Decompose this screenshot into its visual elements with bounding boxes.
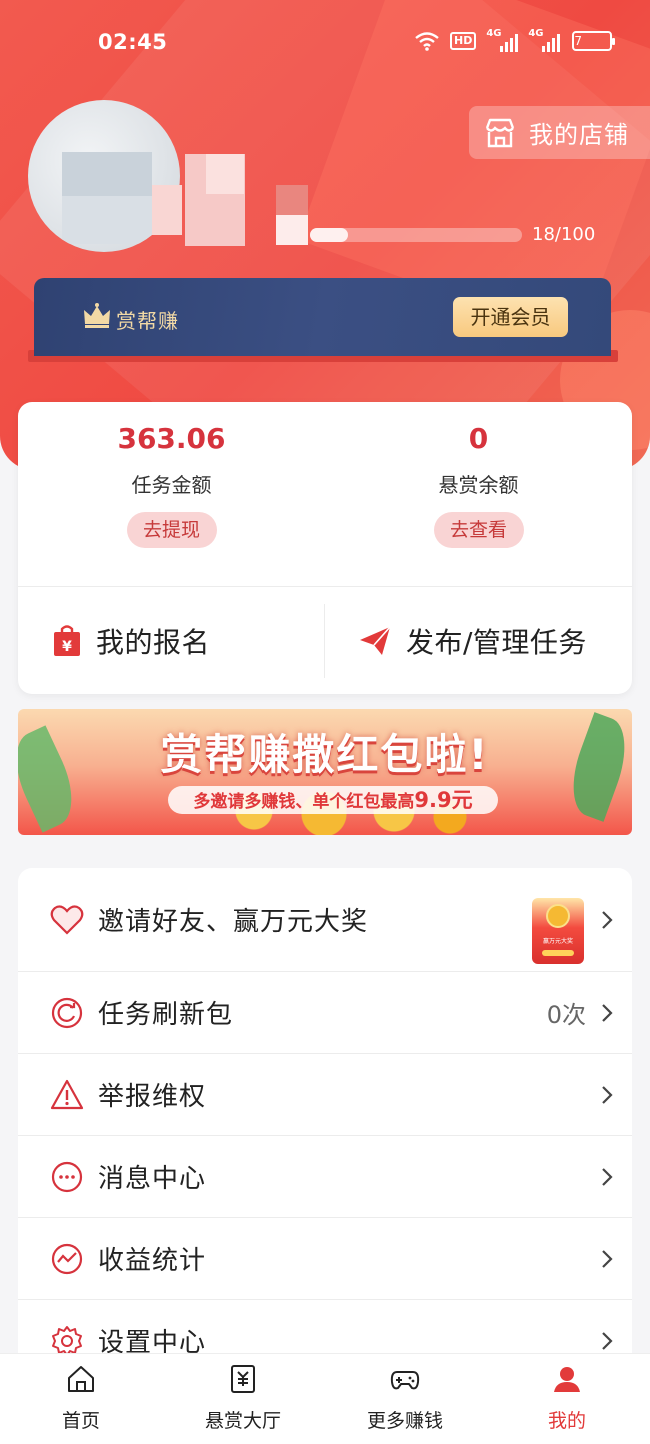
- shopping-bag-icon: ¥: [54, 624, 80, 656]
- refresh-count: 0次: [546, 1001, 586, 1029]
- menu-item-label: 邀请好友、赢万元大奖: [98, 907, 369, 937]
- status-bar: 02:45 HD 4G 4G 7: [0, 22, 650, 62]
- signal-icon: 4G: [528, 28, 561, 52]
- menu-item-earnings-stats[interactable]: 收益统计: [18, 1218, 632, 1300]
- chevron-right-icon: [602, 910, 613, 929]
- nav-me[interactable]: 我的: [486, 1354, 648, 1444]
- chevron-right-icon: [602, 1085, 613, 1104]
- menu-item-label: 收益统计: [98, 1246, 207, 1276]
- refresh-icon: [51, 997, 83, 1028]
- my-signups-label: 我的报名: [96, 625, 211, 659]
- my-shop-label: 我的店铺: [529, 121, 629, 149]
- crown-icon: [84, 303, 110, 328]
- task-amount-value: 363.06: [117, 422, 226, 455]
- bounty-balance-value: 0: [468, 422, 489, 455]
- message-icon: [51, 1161, 83, 1192]
- settings-menu: 邀请好友、赢万元大奖 赢万元大奖 任务刷新包 0次 举报维权 消息中心 收益统计…: [18, 868, 632, 1388]
- banner-title: 赏帮赚撒红包啦!: [160, 730, 490, 779]
- publish-manage-tasks-button[interactable]: 发布/管理任务: [358, 587, 587, 694]
- bounty-balance-label: 悬赏余额: [438, 473, 519, 497]
- paper-plane-icon: [360, 625, 391, 655]
- nav-home-label: 首页: [61, 1410, 100, 1432]
- nav-home[interactable]: 首页: [0, 1354, 162, 1444]
- warning-icon: [50, 1079, 84, 1109]
- menu-item-invite-friends[interactable]: 邀请好友、赢万元大奖 赢万元大奖: [18, 868, 632, 972]
- battery-icon: 7: [572, 31, 616, 51]
- banner-subtitle: 多邀请多赚钱、单个红包最高9.9元: [168, 786, 498, 814]
- heart-icon: [50, 904, 84, 935]
- chevron-right-icon: [602, 1167, 613, 1186]
- chevron-right-icon: [602, 1331, 613, 1350]
- menu-item-label: 任务刷新包: [98, 1000, 234, 1030]
- invite-promo-card: 赢万元大奖: [532, 898, 584, 964]
- chart-icon: [51, 1243, 83, 1274]
- hd-badge: HD: [450, 32, 477, 50]
- nav-more-earnings[interactable]: 更多赚钱: [324, 1354, 486, 1444]
- menu-item-messages[interactable]: 消息中心: [18, 1136, 632, 1218]
- chevron-right-icon: [602, 1249, 613, 1268]
- task-amount-label: 任务金额: [131, 473, 212, 497]
- level-progress-text: 18/100: [532, 224, 596, 245]
- wifi-icon: [414, 30, 440, 52]
- vip-label: 赏帮赚: [116, 309, 179, 333]
- open-membership-button[interactable]: 开通会员: [453, 297, 568, 337]
- nav-me-label: 我的: [547, 1410, 586, 1432]
- my-shop-button[interactable]: 我的店铺: [469, 106, 650, 159]
- svg-text:¥: ¥: [62, 639, 72, 655]
- withdraw-button[interactable]: 去提现: [126, 512, 217, 548]
- task-amount-column: 363.06 任务金额 去提现: [18, 402, 325, 586]
- publish-manage-tasks-label: 发布/管理任务: [406, 625, 587, 659]
- vip-card[interactable]: 赏帮赚 开通会员: [34, 278, 611, 356]
- gamepad-icon: [390, 1371, 420, 1390]
- nav-more-earnings-label: 更多赚钱: [366, 1410, 443, 1432]
- nav-bounty-hall-label: 悬赏大厅: [204, 1410, 281, 1432]
- level-progress-bar: [310, 228, 522, 242]
- bounty-balance-column: 0 悬赏余额 去查看: [325, 402, 632, 586]
- chevron-right-icon: [602, 1003, 613, 1022]
- menu-item-refresh-pack[interactable]: 任务刷新包 0次: [18, 972, 632, 1054]
- status-time: 02:45: [98, 30, 168, 54]
- bounty-icon: [231, 1365, 255, 1393]
- bottom-nav: 首页 悬赏大厅 更多赚钱 我的: [0, 1353, 650, 1444]
- balance-card: 363.06 任务金额 去提现 0 悬赏余额 去查看 ¥ 我的报名 发布/管理任…: [18, 402, 632, 694]
- menu-item-label: 举报维权: [98, 1082, 207, 1112]
- red-packet-banner[interactable]: 赏帮赚撒红包啦! 多邀请多赚钱、单个红包最高9.9元: [18, 709, 632, 835]
- my-signups-button[interactable]: ¥ 我的报名: [52, 587, 210, 694]
- nav-bounty-hall[interactable]: 悬赏大厅: [162, 1354, 324, 1444]
- user-icon: [554, 1367, 580, 1392]
- home-icon: [68, 1366, 94, 1392]
- status-icons: HD 4G 4G 7: [414, 28, 616, 52]
- menu-item-label: 消息中心: [98, 1164, 207, 1194]
- shop-icon: [485, 118, 515, 147]
- divider: [324, 604, 325, 678]
- menu-item-report[interactable]: 举报维权: [18, 1054, 632, 1136]
- signal-icon: 4G: [486, 28, 519, 52]
- view-balance-button[interactable]: 去查看: [433, 512, 524, 548]
